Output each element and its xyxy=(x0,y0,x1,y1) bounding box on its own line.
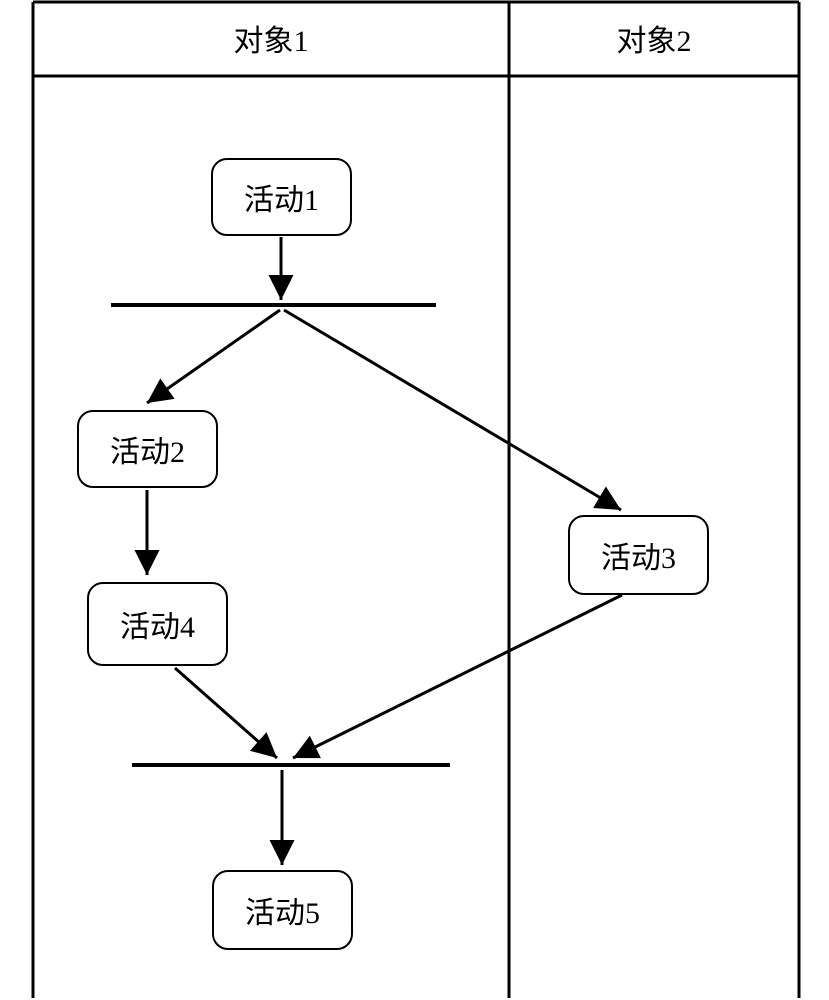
activity-1-label: 活动1 xyxy=(244,175,319,219)
activity-5-node: 活动5 xyxy=(212,870,353,950)
activity-1-node: 活动1 xyxy=(211,158,352,236)
activity-4-node: 活动4 xyxy=(87,582,228,666)
activity-3-node: 活动3 xyxy=(568,515,709,595)
activity-5-label: 活动5 xyxy=(245,888,320,932)
activity-2-label: 活动2 xyxy=(110,427,185,471)
activity-4-label: 活动4 xyxy=(120,602,195,646)
activity-2-node: 活动2 xyxy=(77,410,218,488)
activity-3-label: 活动3 xyxy=(601,533,676,577)
diagram-lines xyxy=(0,0,829,1000)
diagram-canvas: 对象1 对象2 活动 xyxy=(0,0,829,1000)
